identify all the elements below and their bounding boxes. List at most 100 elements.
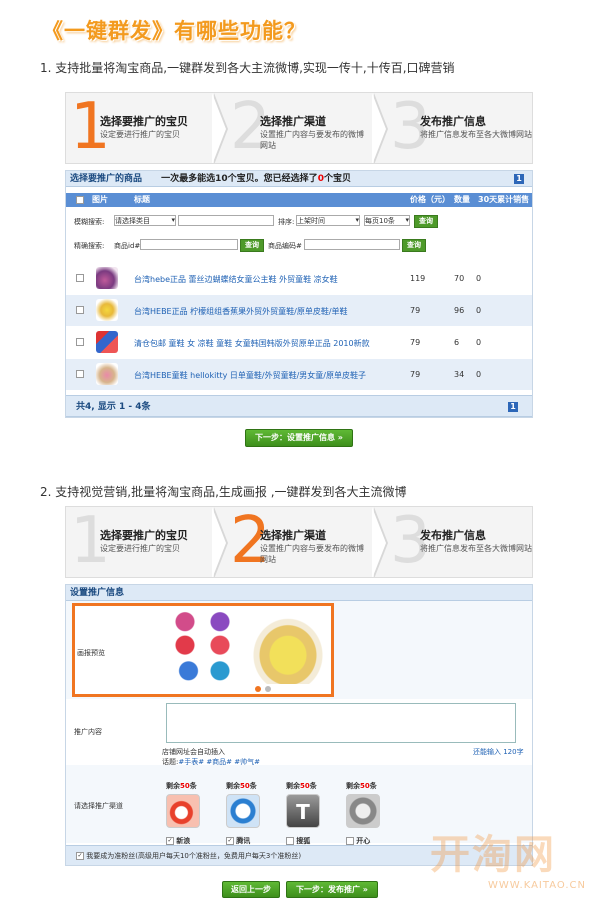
table-row[interactable]: 清仓包邮 童鞋 女 凉鞋 童鞋 女童韩国韩版外贸原单正品 2010新款 79 6… [66,327,532,358]
table-row[interactable]: 台湾HEBE正品 柠檬组组香蕉果外贸外贸童鞋/原单皮鞋/单鞋 79 96 0 [66,295,532,326]
channel-kaixin[interactable]: 剩余50条 开心 [346,773,386,847]
sort-value: 上架时间 [297,217,325,225]
product-title-link[interactable]: 台湾HEBE正品 柠檬组组香蕉果外贸外贸童鞋/原单皮鞋/单鞋 [134,306,348,317]
product-sales: 0 [476,274,482,283]
select-all-checkbox[interactable] [76,196,84,204]
product-title-link[interactable]: 台湾HEBE童鞋 hellokitty 日单童鞋/外贸童鞋/男女童/原单皮鞋子 [134,370,366,381]
product-price: 79 [410,370,421,379]
product-sales: 0 [476,370,482,379]
channel-option[interactable]: 开心 [346,837,370,845]
table-footer: 共4, 显示 1 - 4条 1 [66,395,532,417]
step-indicator-2: 1 选择要推广的宝贝 设定要进行推广的宝贝 2 选择推广渠道 设置推广内容与要发… [65,506,533,578]
remain-number: 50 [300,782,310,790]
chevron-down-icon: ▾ [355,216,359,224]
fans-note: 我要成为准粉丝(高级用户每天10个准粉丝，免费用户每天3个准粉丝) [86,852,302,860]
section-1-heading: 1. 支持批量将淘宝商品,一键群发到各大主流微博,实现一传十,十传百,口碑营销 [40,61,455,75]
product-title-link[interactable]: 清仓包邮 童鞋 女 凉鞋 童鞋 女童韩国韩版外贸原单正品 2010新款 [134,338,370,349]
section-2-heading: 2. 支持视觉营销,批量将淘宝商品,生成画报 ,一键群发到各大主流微博 [40,485,407,499]
remain-prefix: 剩余 [346,782,360,790]
table-row[interactable]: 台湾HEBE童鞋 hellokitty 日单童鞋/外贸童鞋/男女童/原单皮鞋子 … [66,359,532,390]
product-sales: 0 [476,306,482,315]
row-checkbox[interactable] [76,274,84,282]
kaixin-icon[interactable] [346,794,380,828]
note-suffix: 个宝贝 [323,174,351,184]
product-title-link[interactable]: 台湾hebe正品 蕾丝边蝴蝶结女童公主鞋 外贸童鞋 凉女鞋 [134,274,338,285]
content-label: 推广内容 [74,728,102,736]
sohu-weibo-icon[interactable]: T [286,794,320,828]
product-qty: 34 [454,370,465,379]
promo-panel-bar: 设置推广信息 [66,585,532,601]
step-title: 发布推广信息 [420,115,486,128]
keyword-input[interactable] [178,215,274,226]
step-3: 3 发布推广信息 将推广信息发布至各大微博网站 [386,93,532,163]
page-badge[interactable]: 1 [514,174,524,184]
exact-label: 精确搜索: [74,242,105,250]
carousel-dot-active[interactable] [255,686,261,692]
step-desc: 设定要进行推广的宝贝 [100,130,180,139]
result-count: 共4, 显示 1 - 4条 [76,402,151,412]
channel-tencent[interactable]: 剩余50条 ✓ 腾讯 [226,773,266,847]
sort-select[interactable]: 上架时间 ▾ [296,215,360,226]
step-indicator-1: 1 选择要推广的宝贝 设定要进行推广的宝贝 2 选择推广渠道 设置推广内容与要发… [65,92,533,164]
item-code-input[interactable] [304,239,400,250]
per-page-select[interactable]: 每页10条 ▾ [364,215,410,226]
step-desc: 设置推广内容与要发布的微博网站 [260,130,364,150]
next-step-button[interactable]: 下一步：设置推广信息 » [245,429,353,447]
row-checkbox[interactable] [76,338,84,346]
channel-option[interactable]: ✓ 新浪 [166,837,190,845]
item-id-search-button[interactable]: 查询 [240,239,264,252]
chevron-down-icon: ▾ [405,216,409,224]
per-page-value: 每页10条 [365,217,395,225]
remain-count: 剩余50条 [166,782,197,790]
row-checkbox[interactable] [76,306,84,314]
step-title: 选择推广渠道 [260,529,326,542]
channel-sohu[interactable]: 剩余50条 T 搜狐 [286,773,326,847]
back-button[interactable]: 返回上一步 [222,881,280,898]
poster-preview-frame: 画报预览 [72,603,334,697]
channel-option[interactable]: 搜狐 [286,837,310,845]
col-image: 图片 [92,195,108,204]
fuzzy-search-button[interactable]: 查询 [414,215,438,228]
page-title: 《一键群发》有哪些功能？ [42,19,306,43]
channel-sina[interactable]: 剩余50条 ✓ 新浪 [166,773,206,847]
step-desc: 设置推广内容与要发布的微博网站 [260,544,364,564]
watermark-logo: 开淘网 [430,832,556,878]
fans-checkbox[interactable]: ✓ [76,852,84,860]
channel-name: 腾讯 [236,837,251,845]
step-2: 2 选择推广渠道 设置推广内容与要发布的微博网站 [226,507,376,577]
selection-note: 一次最多能选10个宝贝。您已经选择了0个宝贝 [161,174,351,184]
col-title: 标题 [134,195,150,204]
remain-count: 剩余50条 [346,782,377,790]
channel-checkbox-checked[interactable]: ✓ [226,837,234,845]
item-id-input[interactable] [140,239,238,250]
sina-weibo-icon[interactable] [166,794,200,828]
item-code-search-button[interactable]: 查询 [402,239,426,252]
channel-checkbox[interactable] [346,837,354,845]
exact-filter-row: 精确搜索: 商品id# 查询 商品编码# 查询 [66,239,532,253]
category-select[interactable]: 请选择类目 ▾ [114,215,176,226]
product-panel-bar: 选择要推广的商品 一次最多能选10个宝贝。您已经选择了0个宝贝 1 [66,171,532,187]
page-button[interactable]: 1 [508,402,518,412]
note-prefix: 一次最多能选10个宝贝。您已经选择了 [161,174,318,184]
poster-preview-label: 画报预览 [77,649,105,657]
col-price: 价格（元） [410,195,450,204]
product-thumbnail [96,299,118,321]
remain-suffix: 条 [249,782,257,790]
remain-number: 50 [180,782,190,790]
table-row[interactable]: 台湾hebe正品 蕾丝边蝴蝶结女童公主鞋 外贸童鞋 凉女鞋 119 70 0 [66,263,532,294]
tencent-weibo-icon[interactable] [226,794,260,828]
table-header: 图片 标题 价格（元） 数量 30天累计销售 [66,193,532,207]
row-checkbox[interactable] [76,370,84,378]
channel-checkbox[interactable] [286,837,294,845]
carousel-dot[interactable] [265,686,271,692]
promo-panel-title: 设置推广信息 [70,588,125,598]
channel-checkbox-checked[interactable]: ✓ [166,837,174,845]
product-thumbnail [96,267,118,289]
product-thumbnail [96,363,118,385]
product-sales: 0 [476,338,482,347]
product-thumbnail [96,331,118,353]
publish-button[interactable]: 下一步：发布推广 » [286,881,378,898]
channel-option[interactable]: ✓ 腾讯 [226,837,250,845]
content-textarea[interactable] [166,703,516,743]
step-title: 发布推广信息 [420,529,486,542]
